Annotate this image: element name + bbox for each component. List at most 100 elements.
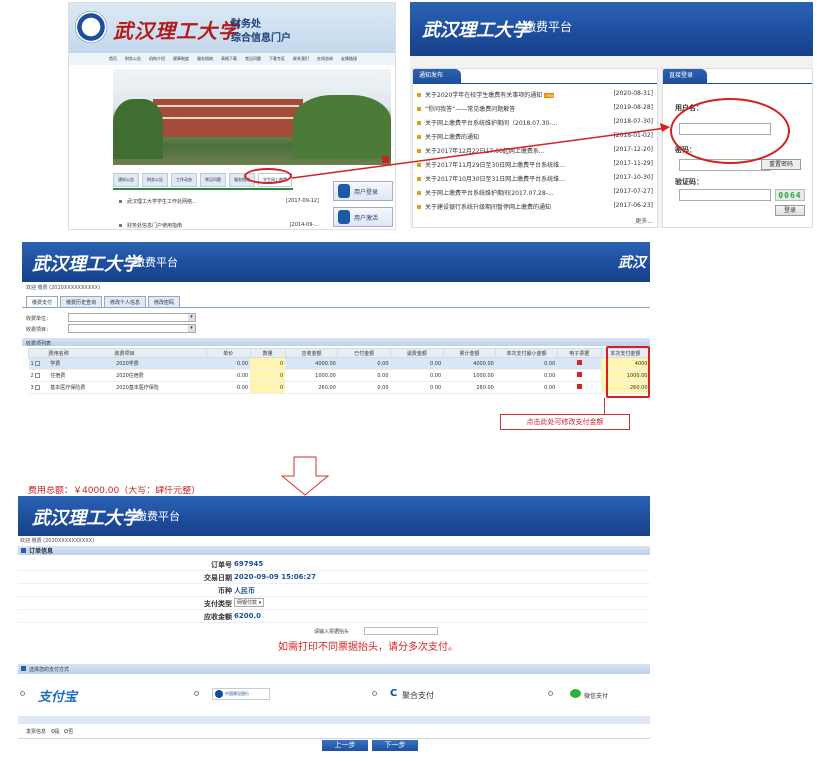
list-item[interactable]: 财务处信息门户使用指南 [2014-09-... [119,222,319,229]
radio-ccb[interactable] [194,691,199,696]
pay-brand-right: 武汉 [618,255,646,271]
ccb-logo[interactable]: 中国建设银行 [212,688,270,700]
new-badge: new [544,93,555,98]
ccb-icon [215,690,223,698]
table-cell: 0.00 [337,381,391,394]
lock-icon [338,210,350,224]
portal-tab[interactable]: 工作动态 [171,173,197,187]
captcha-input[interactable] [679,189,771,201]
campus-photo [113,69,391,165]
table-cell: 0 [250,369,286,382]
table-cell: 住宿费 [48,369,115,382]
more-link[interactable]: 更多... [635,216,653,225]
partial-total-line: 费用总额：￥4000.00（大写：肆仟元整） [28,486,201,496]
table-row[interactable]: 2 住宿费 2020住宿费 0.00 0 1000.00 0.00 0.00 1000.00 0… [28,369,650,382]
portal-nav-item[interactable]: 表格下载 [221,56,237,62]
fee-unit-select[interactable]: ▾ [68,313,196,322]
notice-item[interactable]: 关于2017年12月22日17:00起网上缴费系... [2017-12-20] [417,146,653,160]
alipay-logo[interactable]: 支付宝 [38,686,77,705]
order-field-row: 交易日期 2020-09-09 15:06:27 [18,571,650,584]
portal-nav-item[interactable]: 友情链接 [341,56,357,62]
next-step-button[interactable]: 下一步 [372,740,418,751]
captcha-image[interactable]: 0064 [775,189,805,201]
portal-tab[interactable]: 财务公告 [142,173,168,187]
bullet-icon [417,135,421,139]
portal-nav-item[interactable]: 规章制度 [173,56,189,62]
portal-nav-item[interactable]: 首页 [109,56,117,62]
user-activate-button[interactable]: 用户激活 [333,207,393,227]
row-checkbox[interactable] [35,372,41,378]
chevron-down-icon: ▾ [188,314,195,321]
annotation-oval-login [670,98,790,164]
pay-header: 武汉理工大学 缴费平台 武汉 [22,242,650,282]
table-cell: 1000.00 [443,369,496,382]
login-button[interactable]: 登录 [775,205,805,216]
user-icon [338,184,350,198]
portal-nav-item[interactable]: 下载专区 [269,56,285,62]
notice-item[interactable]: 关于网上缴费的通知 [2018-01-02] [417,132,653,146]
notice-item[interactable]: “你问我答”——常见缴费问题解答 [2019-08-28] [417,104,653,118]
fee-item-select[interactable]: ▾ [68,324,196,333]
pay-methods: 支付宝 中国建设银行 C 聚合支付 微信支付 [18,682,650,710]
radio-wechat[interactable] [548,691,553,696]
pay-tab[interactable]: 缴费历史查询 [60,296,103,307]
prev-step-button[interactable]: 上一步 [322,740,368,751]
portal-tab[interactable]: 常见问题 [200,173,226,187]
table-header [28,348,49,358]
order-screenshot: 武汉理工大学 缴费平台 欢迎 缴费 (2020XXXXXXXXXX) 订单信息 … [18,496,650,754]
portal-tab[interactable]: 通知公告 [113,173,139,187]
table-cell: 4000.00 [443,357,496,370]
table-cell: 0.00 [206,381,251,394]
table-cell: 260.00 [285,381,338,394]
portal-nav-item[interactable]: 在线咨询 [317,56,333,62]
flag-icon [576,360,582,365]
order-field-row: 应收金额 6200.0 [18,610,650,623]
table-header: 数量 [249,348,286,358]
warning-text: 如需打印不同票据抬头，请分多次支付。 [278,642,458,653]
pay-type-select[interactable]: 网银付款 ▾ [234,598,265,607]
platform-brand: 武汉理工大学 [422,20,530,41]
user-login-button[interactable]: 用户登录 [333,181,393,201]
portal-nav-item[interactable]: 机构介绍 [149,56,165,62]
row-checkbox[interactable] [35,360,41,366]
pay-tab[interactable]: 修改密码 [148,296,181,307]
bullet-icon [417,149,421,153]
row-checkbox[interactable] [35,384,41,390]
pay-tab[interactable]: 缴费支付 [26,296,59,307]
payment-screenshot: 武汉理工大学 缴费平台 武汉 欢迎 缴费 (2020XXXXXXXXXX) 缴费… [22,242,650,470]
reset-password-button[interactable]: 重置密码 [761,159,801,170]
portal-nav-item[interactable]: 联系我们 [293,56,309,62]
notice-item[interactable]: 关于2017年11月29日至30日网上缴费平台系统维... [2017-11-29… [417,160,653,174]
table-row[interactable]: 3 基本医疗保险费 2020基本医疗保险 0.00 0 260.00 0.00 0.00 26… [28,381,650,394]
notice-item[interactable]: 关于建设银行系统升级期间暂停网上缴费的通知 [2017-06-23] [417,202,653,216]
table-cell: 2020学费 [114,357,207,370]
order-header: 武汉理工大学 缴费平台 [18,496,650,536]
table-cell: 0.00 [390,369,444,382]
table-row[interactable]: 1 学费 2020学费 0.00 0 4000.00 0.00 0.00 4000.00 0.0… [28,357,650,370]
radio-aggregate[interactable] [372,691,377,696]
portal-nav-item[interactable]: 服务指南 [197,56,213,62]
university-seal-icon [75,11,107,43]
portal-nav-item[interactable]: 常见问题 [245,56,261,62]
bullet-icon [417,205,421,209]
invoice-title-input[interactable] [364,627,438,635]
notice-item[interactable]: 关于2020学年在校学生缴费有关事项的通知 new [2020-08-31] [417,90,653,104]
radio-alipay[interactable] [20,691,25,696]
portal-nav-item[interactable]: 财务公告 [125,56,141,62]
notice-item[interactable]: 关于2017年10月30日至31日网上缴费平台系统维... [2017-10-30… [417,174,653,188]
notice-item[interactable]: 关于网上缴费平台系统维护期间（2018.07.30-... [2018-07-30… [417,118,653,132]
notice-item[interactable]: 关于网上缴费平台系统维护期间(2017.07.28-... [2017-07-27… [417,188,653,202]
table-cell: 0.00 [495,369,558,382]
table-cell: 0.00 [390,381,444,394]
annotation-oval-tab [244,168,292,184]
wechat-pay-label[interactable]: 微信支付 [584,691,608,700]
list-item[interactable]: 武汉理工大学学生工作处网络... [2017-09-12] [119,198,319,210]
flag-icon [576,384,582,389]
portal-screenshot: 武汉理工大学 财务处 综合信息门户 首页 财务公告 机构介绍 规章制度 服务指南 表格下载… [68,2,396,230]
pay-tab[interactable]: 修改个人信息 [104,296,147,307]
table-cell: 0.00 [337,369,391,382]
pay-tabs: 缴费支付 缴费历史查询 修改个人信息 修改密码 [26,296,181,307]
platform-title: 缴费平台 [524,20,573,34]
flag-icon [576,372,582,377]
aggregate-pay-label[interactable]: 聚合支付 [402,690,434,701]
